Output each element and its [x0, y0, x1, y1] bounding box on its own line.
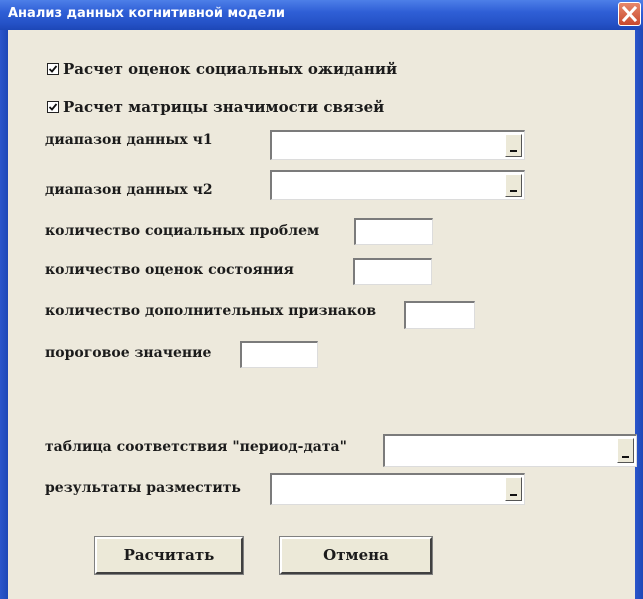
range-select-icon	[510, 150, 517, 152]
window-titlebar: Анализ данных когнитивной модели	[0, 0, 643, 30]
social-problems-label: количество социальных проблем	[45, 223, 320, 239]
range-select-icon	[622, 456, 629, 458]
link-significance-checkbox[interactable]	[47, 101, 59, 113]
close-icon	[621, 5, 638, 23]
results-place-input[interactable]	[270, 473, 525, 505]
range-select-icon	[510, 190, 517, 192]
range1-select-button[interactable]	[505, 134, 522, 157]
social-expectations-label: Расчет оценок социальных ожиданий	[63, 60, 398, 78]
social-expectations-checkbox[interactable]	[47, 63, 59, 75]
link-significance-label: Расчет матрицы значимости связей	[63, 98, 385, 116]
range1-input[interactable]	[270, 130, 525, 160]
checkmark-icon	[48, 65, 58, 73]
results-place-select-button[interactable]	[505, 477, 522, 501]
window-border-left	[0, 30, 8, 599]
range1-label: диапазон данных ч1	[45, 132, 213, 148]
state-assessments-input[interactable]	[353, 258, 432, 285]
range-select-icon	[510, 494, 517, 496]
close-button[interactable]	[618, 2, 641, 26]
range2-select-button[interactable]	[505, 174, 522, 197]
period-date-table-select-button[interactable]	[617, 438, 634, 463]
results-place-label: результаты разместить	[45, 480, 241, 496]
additional-features-label: количество дополнительных признаков	[45, 303, 377, 319]
social-problems-input[interactable]	[354, 218, 433, 245]
range2-input[interactable]	[270, 170, 525, 200]
period-date-table-label: таблица соответствия "период-дата"	[45, 439, 347, 455]
checkmark-icon	[48, 103, 58, 111]
window-border-right	[635, 30, 643, 599]
range2-label: диапазон данных ч2	[45, 182, 213, 198]
cancel-button[interactable]: Отмена	[279, 536, 433, 575]
additional-features-input[interactable]	[404, 301, 475, 329]
threshold-label: пороговое значение	[45, 345, 212, 361]
state-assessments-label: количество оценок состояния	[45, 262, 294, 278]
window-title: Анализ данных когнитивной модели	[8, 6, 285, 21]
period-date-table-input[interactable]	[383, 434, 637, 467]
calculate-button[interactable]: Расчитать	[94, 536, 244, 575]
threshold-input[interactable]	[240, 341, 318, 368]
